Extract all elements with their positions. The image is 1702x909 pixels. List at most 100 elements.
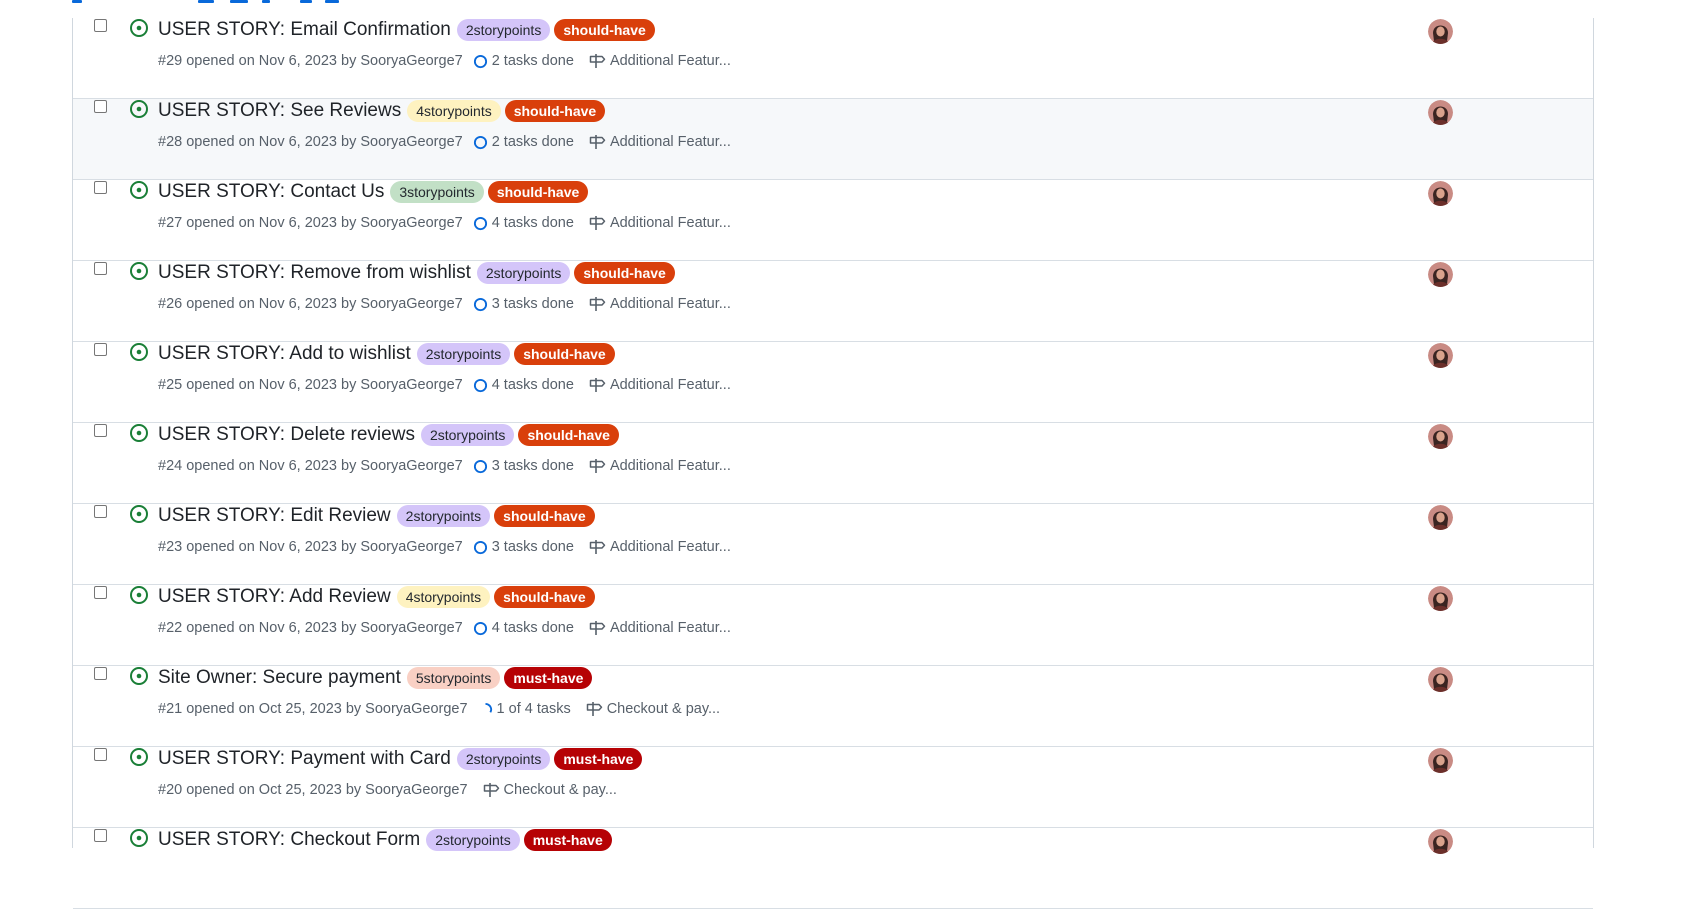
story-points-label[interactable]: 4storypoints	[407, 100, 501, 122]
story-points-label[interactable]: 2storypoints	[420, 424, 515, 446]
assignee-avatar[interactable]	[1428, 667, 1453, 692]
issue-select-checkbox[interactable]	[94, 181, 107, 194]
issue-title-link[interactable]: USER STORY: Payment with Card	[158, 748, 451, 770]
issue-row[interactable]: USER STORY: Remove from wishlist 2storypo…	[73, 261, 1593, 342]
assignee-avatar[interactable]	[1428, 100, 1453, 125]
task-circle-icon	[473, 459, 492, 474]
story-points-label[interactable]: 3storypoints	[390, 181, 484, 203]
assignee-avatar[interactable]	[1428, 424, 1453, 449]
issue-title-link[interactable]: USER STORY: Email Confirmation	[158, 19, 451, 41]
issue-select-checkbox[interactable]	[94, 667, 107, 680]
priority-label[interactable]: should-have	[494, 505, 595, 527]
task-progress-text: 3 tasks done	[491, 296, 574, 312]
milestone-text: Additional Featur...	[609, 458, 731, 474]
issue-row[interactable]: USER STORY: Add to wishlist 2storypoints s…	[73, 342, 1593, 423]
story-points-label[interactable]: 2storypoints	[396, 505, 491, 527]
milestone-link[interactable]: Additional Featur...	[588, 539, 731, 555]
issue-row[interactable]: USER STORY: Checkout Form 2storypoints mus…	[73, 828, 1593, 909]
issue-select-checkbox[interactable]	[94, 505, 107, 518]
issue-opened-icon	[129, 261, 149, 281]
task-progress-text: 2 tasks done	[491, 53, 574, 69]
issue-row[interactable]: USER STORY: Delete reviews 2storypoints sh…	[73, 423, 1593, 504]
milestone-link[interactable]: Additional Featur...	[588, 620, 731, 636]
issue-author-link[interactable]: SooryaGeorge7	[360, 458, 462, 474]
issue-select-checkbox[interactable]	[94, 586, 107, 599]
issue-author-link[interactable]: SooryaGeorge7	[360, 620, 462, 636]
issue-title-link[interactable]: USER STORY: Contact Us	[158, 181, 384, 203]
story-points-label[interactable]: 2storypoints	[416, 343, 511, 365]
priority-label[interactable]: must-have	[504, 667, 593, 689]
issue-select-checkbox[interactable]	[94, 343, 107, 356]
issue-select-checkbox[interactable]	[94, 829, 107, 842]
milestone-link[interactable]: Additional Featur...	[588, 296, 731, 312]
issue-author-link[interactable]: SooryaGeorge7	[360, 134, 462, 150]
issue-author-link[interactable]: SooryaGeorge7	[365, 782, 467, 798]
priority-label[interactable]: should-have	[487, 181, 589, 203]
priority-label[interactable]: should-have	[518, 424, 619, 446]
assignee-avatar[interactable]	[1428, 586, 1453, 611]
milestone-link[interactable]: Additional Featur...	[588, 458, 731, 474]
issue-author-link[interactable]: SooryaGeorge7	[360, 377, 462, 393]
issue-row[interactable]: USER STORY: Payment with Card 2storypoint…	[73, 747, 1593, 828]
issue-select-checkbox[interactable]	[94, 424, 107, 437]
assignee-avatar[interactable]	[1428, 181, 1453, 206]
issue-row[interactable]: USER STORY: Add Review 4storypoints should…	[73, 585, 1593, 666]
priority-label[interactable]: should-have	[504, 100, 606, 122]
milestone-text: Additional Featur...	[609, 215, 731, 231]
issue-title-link[interactable]: USER STORY: Delete reviews	[158, 424, 415, 446]
assignee-avatar[interactable]	[1428, 262, 1453, 287]
milestone-icon	[588, 296, 610, 312]
priority-label[interactable]: should-have	[574, 262, 675, 284]
milestone-icon	[588, 620, 610, 636]
priority-label[interactable]: should-have	[514, 343, 615, 365]
milestone-link[interactable]: Checkout & pay...	[482, 782, 617, 798]
issue-title-link[interactable]: USER STORY: Add Review	[158, 586, 391, 608]
priority-label[interactable]: should-have	[554, 19, 655, 41]
issue-title-link[interactable]: USER STORY: See Reviews	[158, 100, 401, 122]
issue-select-checkbox[interactable]	[94, 100, 107, 113]
issue-meta: #24 opened on Nov 6, 2023 by SooryaGeorge…	[158, 456, 731, 476]
priority-label[interactable]: should-have	[494, 586, 595, 608]
issue-author-link[interactable]: SooryaGeorge7	[360, 539, 462, 555]
milestone-link[interactable]: Additional Featur...	[588, 377, 731, 393]
milestone-link[interactable]: Checkout & pay...	[585, 701, 720, 717]
issue-author-link[interactable]: SooryaGeorge7	[360, 215, 462, 231]
issue-select-checkbox[interactable]	[94, 262, 107, 275]
issue-select-checkbox[interactable]	[94, 19, 107, 32]
story-points-label[interactable]: 2storypoints	[426, 829, 520, 851]
issue-author-link[interactable]: SooryaGeorge7	[360, 296, 462, 312]
task-circle-icon	[473, 216, 492, 231]
issue-author-link[interactable]: SooryaGeorge7	[365, 701, 467, 717]
story-points-label[interactable]: 2storypoints	[456, 19, 551, 41]
priority-label[interactable]: must-have	[554, 748, 643, 770]
assignee-avatar[interactable]	[1428, 343, 1453, 368]
issue-author-link[interactable]: SooryaGeorge7	[360, 53, 462, 69]
priority-label[interactable]: must-have	[523, 829, 612, 851]
milestone-link[interactable]: Additional Featur...	[588, 53, 731, 69]
issue-title-link[interactable]: USER STORY: Remove from wishlist	[158, 262, 471, 284]
milestone-link[interactable]: Additional Featur...	[588, 215, 731, 231]
issue-select-checkbox[interactable]	[94, 748, 107, 761]
assignee-avatar[interactable]	[1428, 19, 1453, 44]
milestone-icon	[585, 701, 607, 717]
issue-row[interactable]: USER STORY: Edit Review 2storypoints shoul…	[73, 504, 1593, 585]
issue-row[interactable]: USER STORY: Email Confirmation 2storypoin…	[73, 18, 1593, 99]
milestone-link[interactable]: Additional Featur...	[588, 134, 731, 150]
story-points-label[interactable]: 4storypoints	[396, 586, 491, 608]
story-points-label[interactable]: 5storypoints	[406, 667, 501, 689]
assignee-avatar[interactable]	[1428, 829, 1453, 854]
issue-row[interactable]: Site Owner: Secure payment 5storypoints mu…	[73, 666, 1593, 747]
story-points-label[interactable]: 2storypoints	[476, 262, 571, 284]
assignee-avatar[interactable]	[1428, 748, 1453, 773]
issue-title-link[interactable]: Site Owner: Secure payment	[158, 667, 401, 689]
assignee-avatar[interactable]	[1428, 505, 1453, 530]
issue-row[interactable]: USER STORY: Contact Us 3storypoints should…	[73, 180, 1593, 261]
issue-opened-text: #23 opened on Nov 6, 2023 by	[158, 539, 357, 555]
issue-row[interactable]: USER STORY: See Reviews 4storypoints shoul…	[73, 99, 1593, 180]
story-points-label[interactable]: 2storypoints	[456, 748, 551, 770]
issue-title-link[interactable]: USER STORY: Edit Review	[158, 505, 391, 527]
issue-title-link[interactable]: USER STORY: Add to wishlist	[158, 343, 411, 365]
issue-title-link[interactable]: USER STORY: Checkout Form	[158, 829, 420, 851]
task-progress: 3 tasks done	[473, 296, 574, 312]
task-progress: 2 tasks done	[473, 53, 574, 69]
